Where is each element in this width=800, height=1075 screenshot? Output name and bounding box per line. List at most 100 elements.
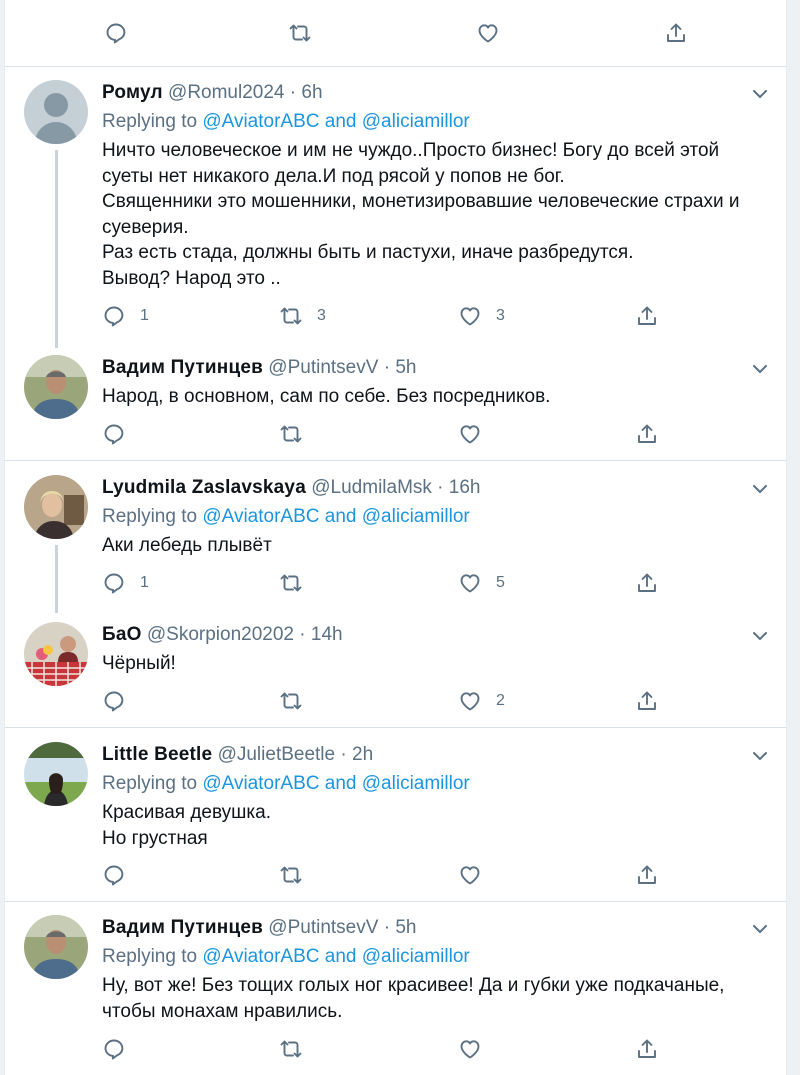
share-icon <box>638 1039 656 1058</box>
mention-link[interactable]: @aliciamillor <box>362 946 470 967</box>
timeline-panel: Ромул @Romul2024 · 6h Replying to @Aviat… <box>4 0 787 1075</box>
user-handle[interactable]: @PutintsevV <box>268 917 378 938</box>
avatar-bao[interactable] <box>24 622 88 686</box>
retweet-button[interactable] <box>279 861 317 889</box>
user-photo <box>24 742 88 806</box>
tweet-header: Вадим Путинцев @PutintsevV · 5h <box>102 355 766 381</box>
tweet-actions <box>5 1035 786 1063</box>
timestamp[interactable]: 6h <box>301 82 322 103</box>
reply-icon <box>104 1039 124 1060</box>
user-photo <box>24 622 88 686</box>
display-name[interactable]: Little Beetle <box>102 744 212 765</box>
retweet-button[interactable] <box>279 1035 317 1063</box>
separator-dot: · <box>378 357 396 378</box>
avatar-default[interactable] <box>24 80 88 144</box>
user-handle[interactable]: @JulietBeetle <box>218 744 336 765</box>
retweet-icon <box>280 574 302 592</box>
share-button[interactable] <box>635 569 659 597</box>
share-button[interactable] <box>635 420 659 448</box>
chevron-down-icon[interactable] <box>752 363 768 375</box>
like-button[interactable]: 3 <box>458 302 505 330</box>
user-photo <box>24 475 88 539</box>
avatar-vadim[interactable] <box>24 915 88 979</box>
heart-icon <box>460 1040 480 1059</box>
reply-button[interactable]: 1 <box>102 569 149 597</box>
replying-to-line: Replying to @AviatorABC and @aliciamillo… <box>102 111 470 132</box>
tweet-text: Красивая девушка. Но грустная <box>102 802 271 849</box>
retweet-button[interactable]: 3 <box>279 302 326 330</box>
display-name[interactable]: БаО <box>102 624 142 645</box>
timestamp[interactable]: 16h <box>449 477 481 498</box>
divider <box>5 460 786 461</box>
retweet-count: 3 <box>317 307 326 324</box>
display-name[interactable]: Lyudmila Zaslavskaya <box>102 477 306 498</box>
reply-icon <box>106 23 126 44</box>
retweet-button[interactable] <box>279 687 317 715</box>
mention-link[interactable]: @aliciamillor <box>362 111 470 132</box>
like-button[interactable]: 5 <box>458 569 505 597</box>
tweet-actions: 1 3 3 <box>5 302 786 330</box>
mention-link[interactable]: @AviatorABC <box>202 946 319 967</box>
reply-button[interactable] <box>102 687 140 715</box>
share-button[interactable] <box>664 19 688 47</box>
reply-icon <box>104 573 124 594</box>
replying-to-line: Replying to @AviatorABC and @aliciamillo… <box>102 506 470 527</box>
reply-button[interactable] <box>102 1035 140 1063</box>
user-handle[interactable]: @LudmilaMsk <box>311 477 432 498</box>
timestamp[interactable]: 2h <box>352 744 373 765</box>
tweet-header: Little Beetle @JulietBeetle · 2h <box>102 742 766 768</box>
mention-link[interactable]: @aliciamillor <box>362 773 470 794</box>
chevron-down-icon[interactable] <box>752 483 768 495</box>
share-button[interactable] <box>635 861 659 889</box>
retweet-button[interactable] <box>279 420 317 448</box>
mention-link[interactable]: @AviatorABC <box>202 506 319 527</box>
retweet-button[interactable] <box>279 569 317 597</box>
share-icon <box>638 424 656 443</box>
display-name[interactable]: Ромул <box>102 82 163 103</box>
and-label: and <box>324 506 357 527</box>
user-handle[interactable]: @PutintsevV <box>268 357 378 378</box>
replying-to-line: Replying to @AviatorABC and @aliciamillo… <box>102 946 470 967</box>
separator-dot: · <box>431 477 449 498</box>
timestamp[interactable]: 5h <box>395 917 416 938</box>
tweet-actions: 2 <box>5 687 786 715</box>
reply-button[interactable] <box>102 861 140 889</box>
display-name[interactable]: Вадим Путинцев <box>102 917 263 938</box>
separator-dot: · <box>335 744 352 765</box>
mention-link[interactable]: @AviatorABC <box>202 111 319 132</box>
share-button[interactable] <box>635 687 659 715</box>
user-handle[interactable]: @Skorpion20202 <box>147 624 294 645</box>
reply-button[interactable] <box>102 420 140 448</box>
tweet-text: Ничто человеческое и им не чуждо..Просто… <box>102 140 740 289</box>
like-button[interactable] <box>458 420 496 448</box>
user-handle[interactable]: @Romul2024 <box>168 82 284 103</box>
timestamp[interactable]: 5h <box>395 357 416 378</box>
avatar-little-beetle[interactable] <box>24 742 88 806</box>
chevron-down-icon[interactable] <box>752 923 768 935</box>
share-button[interactable] <box>635 1035 659 1063</box>
chevron-down-icon[interactable] <box>752 630 768 642</box>
like-button[interactable]: 2 <box>458 687 505 715</box>
chevron-down-icon[interactable] <box>752 88 768 100</box>
like-button[interactable] <box>458 861 496 889</box>
heart-icon <box>460 307 480 326</box>
avatar-lyudmila[interactable] <box>24 475 88 539</box>
reply-button[interactable] <box>104 19 142 47</box>
tweet-text: Чёрный! <box>102 653 176 674</box>
like-button[interactable] <box>458 1035 496 1063</box>
share-button[interactable] <box>635 302 659 330</box>
timestamp[interactable]: 14h <box>311 624 343 645</box>
reply-icon <box>104 306 124 327</box>
heart-icon <box>460 425 480 444</box>
display-name[interactable]: Вадим Путинцев <box>102 357 263 378</box>
mention-link[interactable]: @aliciamillor <box>362 506 470 527</box>
mention-link[interactable]: @AviatorABC <box>202 773 319 794</box>
retweet-icon <box>280 866 302 884</box>
reply-button[interactable]: 1 <box>102 302 149 330</box>
like-button[interactable] <box>476 19 514 47</box>
retweet-button[interactable] <box>288 19 326 47</box>
avatar-vadim[interactable] <box>24 355 88 419</box>
chevron-down-icon[interactable] <box>752 750 768 762</box>
reply-icon <box>104 424 124 445</box>
replying-to-line: Replying to @AviatorABC and @aliciamillo… <box>102 773 470 794</box>
